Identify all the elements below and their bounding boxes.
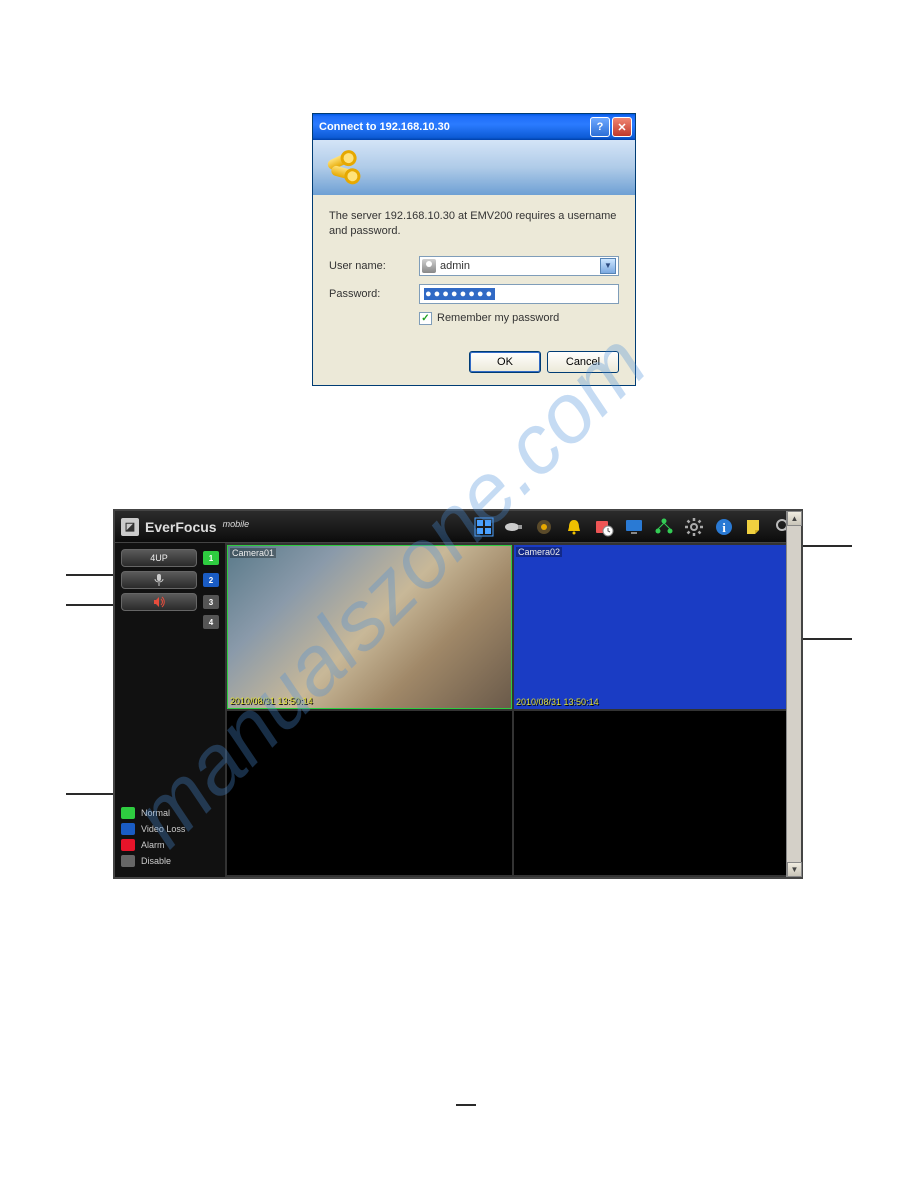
user-icon (422, 259, 436, 273)
speaker-button[interactable] (121, 593, 197, 611)
camera-2-timestamp: 2010/08/31 13:50:14 (516, 697, 599, 707)
remember-label: Remember my password (437, 312, 559, 324)
camera-1-label: Camera01 (230, 548, 276, 558)
brand-name: EverFocus (145, 519, 217, 535)
username-value: admin (440, 260, 470, 272)
network-icon[interactable] (653, 516, 675, 538)
connect-dialog: Connect to 192.168.10.30 ? ✕ The server … (312, 113, 636, 386)
legend-normal-swatch (121, 807, 135, 819)
cancel-button[interactable]: Cancel (547, 351, 619, 373)
microphone-icon (152, 573, 166, 587)
legend-videoloss-swatch (121, 823, 135, 835)
svg-text:i: i (722, 520, 726, 535)
video-grid: Camera01 2010/08/31 13:50:14 Camera02 20… (225, 543, 801, 877)
left-panel: 4UP 1 2 3 4 Normal Video Loss (115, 543, 225, 877)
channel-1-indicator[interactable]: 1 (203, 551, 219, 565)
scrollbar[interactable]: ▲ ▼ (786, 511, 801, 877)
viewer-toolbar: ◪ EverFocus mobile i (115, 511, 801, 543)
username-label: User name: (329, 260, 419, 272)
username-combobox[interactable]: admin ▼ (419, 256, 619, 276)
password-masked: ●●●●●●●● (424, 288, 495, 300)
remember-checkbox[interactable]: ✓ (419, 312, 432, 325)
channel-3-indicator[interactable]: 3 (203, 595, 219, 609)
schedule-icon[interactable] (593, 516, 615, 538)
camera-tile-4[interactable] (514, 711, 799, 875)
camera-tile-2[interactable]: Camera02 2010/08/31 13:50:14 (514, 545, 799, 709)
mic-button[interactable] (121, 571, 197, 589)
dialog-message: The server 192.168.10.30 at EMV200 requi… (329, 209, 619, 240)
keys-icon (323, 148, 363, 188)
grid-icon[interactable] (473, 516, 495, 538)
password-input[interactable]: ●●●●●●●● (419, 284, 619, 304)
bell-icon[interactable] (563, 516, 585, 538)
monitor-icon[interactable] (623, 516, 645, 538)
legend-disable: Disable (141, 856, 171, 866)
legend-disable-swatch (121, 855, 135, 867)
note-icon[interactable] (743, 516, 765, 538)
camera-icon[interactable] (503, 516, 525, 538)
legend-alarm-swatch (121, 839, 135, 851)
scroll-up-button[interactable]: ▲ (787, 511, 802, 526)
viewer-window: ◪ EverFocus mobile i 4UP 1 (113, 509, 803, 879)
legend-alarm: Alarm (141, 840, 165, 850)
camera-tile-1[interactable]: Camera01 2010/08/31 13:50:14 (227, 545, 512, 709)
gear-icon[interactable] (683, 516, 705, 538)
record-icon[interactable] (533, 516, 555, 538)
ok-button[interactable]: OK (469, 351, 541, 373)
close-button[interactable]: ✕ (612, 117, 632, 137)
channel-2-indicator[interactable]: 2 (203, 573, 219, 587)
camera-1-timestamp: 2010/08/31 13:50:14 (230, 696, 313, 706)
dialog-title: Connect to 192.168.10.30 (319, 121, 588, 133)
camera-2-label: Camera02 (516, 547, 562, 557)
brand-icon: ◪ (121, 518, 139, 536)
dialog-titlebar[interactable]: Connect to 192.168.10.30 ? ✕ (313, 114, 635, 140)
password-label: Password: (329, 288, 419, 300)
page-mark (456, 1104, 476, 1106)
help-button[interactable]: ? (590, 117, 610, 137)
scroll-down-button[interactable]: ▼ (787, 862, 802, 877)
legend: Normal Video Loss Alarm Disable (121, 807, 219, 871)
legend-videoloss: Video Loss (141, 824, 185, 834)
channel-4-indicator[interactable]: 4 (203, 615, 219, 629)
legend-normal: Normal (141, 808, 170, 818)
brand-sup: mobile (223, 519, 250, 529)
camera-tile-3[interactable] (227, 711, 512, 875)
speaker-icon (152, 595, 166, 609)
fourup-button[interactable]: 4UP (121, 549, 197, 567)
brand: ◪ EverFocus mobile (121, 518, 249, 536)
dialog-banner (313, 140, 635, 195)
info-icon[interactable]: i (713, 516, 735, 538)
chevron-down-icon[interactable]: ▼ (600, 258, 616, 274)
